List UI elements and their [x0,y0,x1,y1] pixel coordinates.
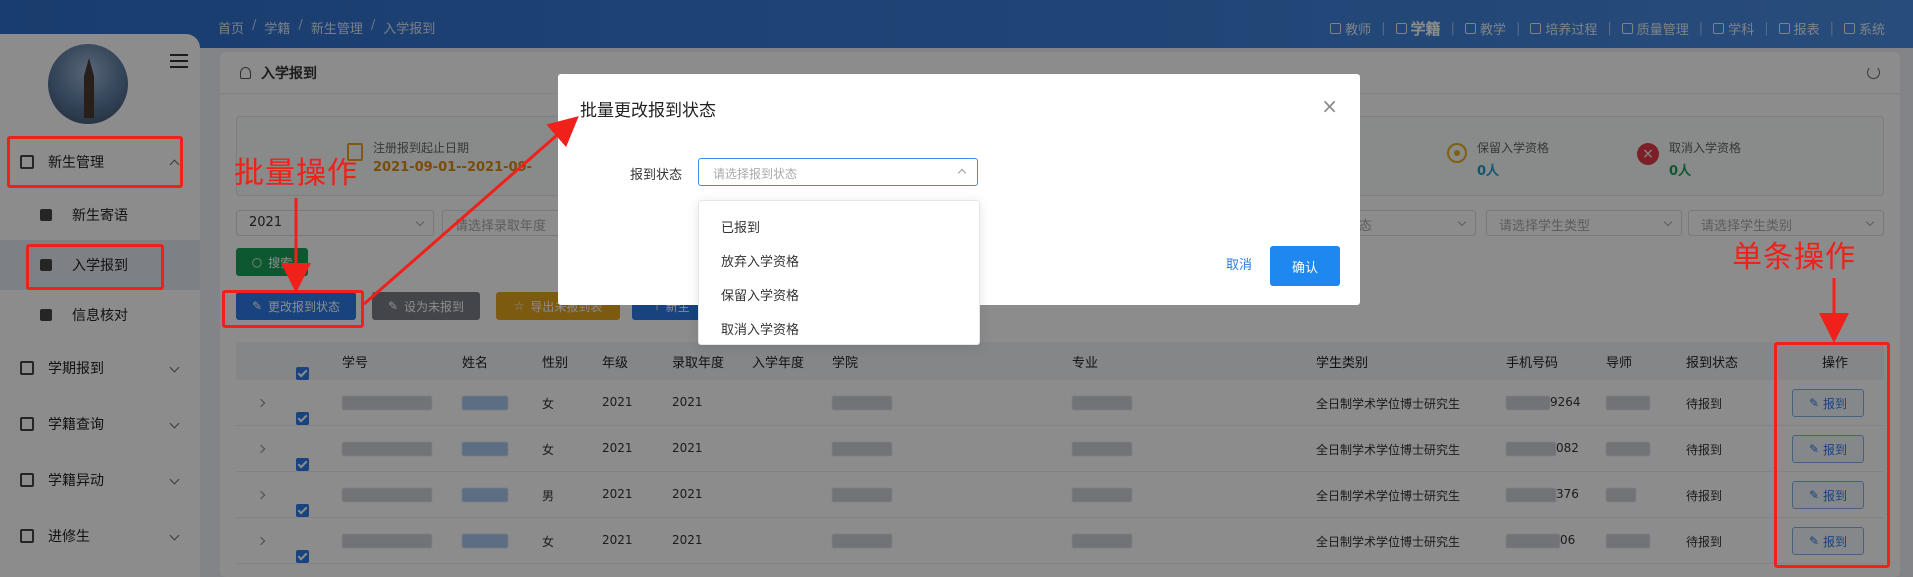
arrow-to-dialog [363,116,579,306]
annotation-arrows [281,116,1849,343]
